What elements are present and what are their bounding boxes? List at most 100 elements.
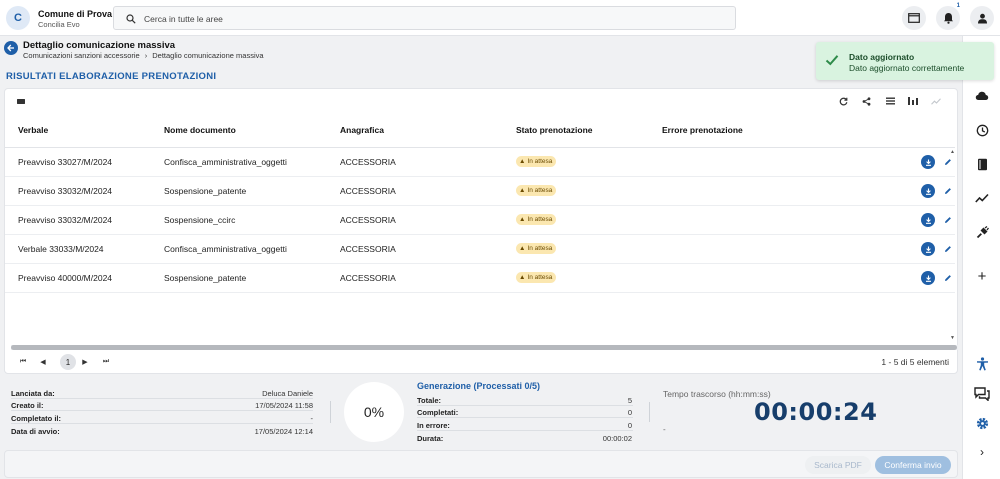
notifications-button[interactable]: 1 xyxy=(936,3,960,30)
window-button[interactable] xyxy=(902,6,926,30)
prev-page-button[interactable]: ◀ xyxy=(37,356,49,368)
org-name: Comune di Prova xyxy=(38,9,113,19)
divider xyxy=(417,430,633,431)
top-bar: C Comune di Prova Concilia Evo Cerca in … xyxy=(0,0,1000,36)
divider xyxy=(11,398,313,399)
edit-button[interactable] xyxy=(942,184,954,198)
vertical-divider xyxy=(330,401,331,423)
current-page-button[interactable]: 1 xyxy=(60,354,76,370)
sidebar-item-cloud[interactable] xyxy=(974,88,990,104)
first-page-icon: ⏮ xyxy=(19,358,27,365)
completati-value: 0 xyxy=(627,408,632,417)
edit-button[interactable] xyxy=(942,213,954,227)
success-toast[interactable]: Dato aggiornato Dato aggiornato corretta… xyxy=(816,42,994,80)
table-row[interactable]: Preavviso 33032/M/2024 Sospensione_ccirc… xyxy=(5,206,955,235)
elapsed-time-sub: - xyxy=(663,425,666,434)
chart-button-disabled[interactable] xyxy=(930,95,942,107)
columns-button[interactable] xyxy=(907,95,919,107)
status-label: In attesa xyxy=(527,216,553,223)
settings-button[interactable] xyxy=(974,415,990,431)
org-logo[interactable]: C xyxy=(6,6,30,30)
scroll-down-arrow[interactable]: ▼ xyxy=(950,335,955,341)
next-page-icon: ▶ xyxy=(82,359,88,366)
confirm-send-button[interactable]: Conferma invio xyxy=(875,456,951,474)
cell-anagrafica: ACCESSORIA xyxy=(340,157,396,167)
cell-anagrafica: ACCESSORIA xyxy=(340,273,396,283)
completato-label: Completato il: xyxy=(11,414,61,423)
expand-sidebar-button[interactable]: › xyxy=(974,444,990,460)
table-row[interactable]: Preavviso 40000/M/2024 Sospensione_paten… xyxy=(5,264,955,293)
sidebar-add-button[interactable]: + xyxy=(974,267,990,285)
search-input[interactable]: Cerca in tutte le aree xyxy=(144,14,223,24)
cell-verbale: Preavviso 33032/M/2024 xyxy=(18,215,113,225)
scrollbar-thumb[interactable] xyxy=(11,345,957,350)
edit-button[interactable] xyxy=(942,155,954,169)
share-button[interactable] xyxy=(860,95,872,107)
global-search[interactable]: Cerca in tutte le aree xyxy=(113,6,736,30)
chat-button[interactable] xyxy=(974,386,990,402)
pencil-icon xyxy=(945,159,951,165)
progress-circle: 0% xyxy=(344,382,404,442)
sidebar-item-book[interactable] xyxy=(974,156,990,172)
user-menu-button[interactable] xyxy=(970,6,994,30)
download-button[interactable] xyxy=(921,242,935,256)
cell-documento: Confisca_amministrativa_oggetti xyxy=(164,244,287,254)
creato-label: Creato il: xyxy=(11,401,44,410)
last-page-icon: ⏭ xyxy=(102,358,110,365)
scroll-up-arrow[interactable]: ▲ xyxy=(950,149,955,155)
plus-icon: + xyxy=(977,267,987,285)
cell-verbale: Preavviso 33027/M/2024 xyxy=(18,157,113,167)
horizontal-scrollbar[interactable] xyxy=(11,345,958,350)
pencil-icon xyxy=(945,246,951,252)
download-icon xyxy=(925,159,931,166)
results-table-card: Verbale Nome documento Anagrafica Stato … xyxy=(4,88,958,374)
notification-count-badge: 1 xyxy=(956,3,960,9)
status-badge: ▲ In attesa xyxy=(516,243,557,254)
status-label: In attesa xyxy=(527,245,553,252)
download-pdf-button[interactable]: Scarica PDF xyxy=(805,456,871,474)
list-view-button[interactable] xyxy=(884,95,896,107)
edit-button[interactable] xyxy=(942,271,954,285)
sidebar-item-history[interactable] xyxy=(974,122,990,138)
column-header-anagrafica[interactable]: Anagrafica xyxy=(340,125,384,135)
back-button[interactable] xyxy=(4,41,18,55)
column-header-errore-prenotazione[interactable]: Errore prenotazione xyxy=(662,125,743,135)
share-icon xyxy=(862,96,870,106)
divider xyxy=(11,423,313,424)
download-button[interactable] xyxy=(921,213,935,227)
column-header-nome-documento[interactable]: Nome documento xyxy=(164,125,236,135)
first-page-button[interactable]: ⏮ xyxy=(17,356,29,368)
accessibility-button[interactable] xyxy=(974,356,990,372)
org-subtitle: Concilia Evo xyxy=(38,20,80,29)
divider xyxy=(11,410,313,411)
divider xyxy=(417,417,633,418)
pencil-icon xyxy=(945,275,951,281)
column-header-stato-prenotazione[interactable]: Stato prenotazione xyxy=(516,125,593,135)
cell-documento: Sospensione_patente xyxy=(164,273,247,283)
breadcrumb-item-comunicazioni[interactable]: Comunicazioni sanzioni accessorie xyxy=(23,51,140,60)
last-page-button[interactable]: ⏭ xyxy=(100,356,112,368)
keyboard-toggle[interactable] xyxy=(15,95,27,107)
lanciata-da-label: Lanciata da: xyxy=(11,389,55,398)
plug-icon xyxy=(976,225,989,238)
next-page-button[interactable]: ▶ xyxy=(79,356,91,368)
check-icon xyxy=(825,55,839,66)
status-label: In attesa xyxy=(527,187,553,194)
sidebar-item-chart[interactable] xyxy=(974,190,990,206)
breadcrumb-separator: › xyxy=(144,51,148,60)
cloud-icon xyxy=(975,91,989,100)
column-header-verbale[interactable]: Verbale xyxy=(18,125,48,135)
download-button[interactable] xyxy=(921,155,935,169)
table-row[interactable]: Verbale 33033/M/2024 Confisca_amministra… xyxy=(5,235,955,264)
sidebar-item-plugin[interactable] xyxy=(974,224,990,240)
table-row[interactable]: Preavviso 33027/M/2024 Confisca_amminist… xyxy=(5,148,955,177)
status-badge: ▲ In attesa xyxy=(516,156,557,167)
download-button[interactable] xyxy=(921,184,935,198)
toast-message: Dato aggiornato correttamente xyxy=(849,63,965,73)
download-button[interactable] xyxy=(921,271,935,285)
table-row[interactable]: Preavviso 33032/M/2024 Sospensione_paten… xyxy=(5,177,955,206)
data-avvio-value: 17/05/2024 12:14 xyxy=(254,427,313,436)
completato-value: - xyxy=(310,414,314,423)
edit-button[interactable] xyxy=(942,242,954,256)
refresh-button[interactable] xyxy=(837,95,849,107)
